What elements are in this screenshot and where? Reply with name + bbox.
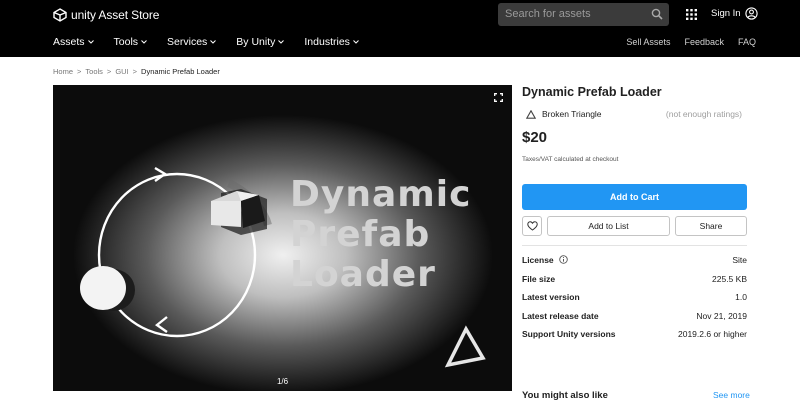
chevron-down-icon — [141, 40, 147, 44]
apps-grid-icon[interactable] — [686, 9, 697, 20]
favorite-button[interactable] — [522, 216, 542, 236]
spec-label: Support Unity versions — [522, 329, 616, 339]
add-to-cart-button[interactable]: Add to Cart — [522, 184, 747, 210]
divider — [522, 245, 747, 246]
search-input[interactable]: Search for assets — [498, 3, 669, 26]
breadcrumb-home[interactable]: Home — [53, 67, 73, 76]
secondary-nav: Sell Assets Feedback FAQ — [626, 37, 756, 47]
spec-value: 1.0 — [735, 292, 747, 302]
main-nav: Assets Tools Services By Unity Industrie… — [53, 36, 379, 48]
breadcrumb-separator: > — [132, 67, 138, 76]
publisher-logo-icon — [526, 109, 536, 119]
hero-title-line: Dynamic — [290, 174, 472, 215]
spec-row-unity-versions: Support Unity versions 2019.2.6 or highe… — [522, 329, 747, 348]
nav-industries-label: Industries — [304, 36, 350, 48]
add-to-list-button[interactable]: Add to List — [547, 216, 670, 236]
spec-row-file-size: File size 225.5 KB — [522, 274, 747, 293]
gallery-pager: 1/6 — [276, 377, 289, 386]
heart-icon — [526, 221, 538, 231]
spec-row-license: License Site — [522, 255, 747, 274]
product-image-gallery[interactable]: Dynamic Prefab Loader 1/6 — [53, 85, 512, 391]
faq-link[interactable]: FAQ — [738, 37, 756, 47]
hero-title: Dynamic Prefab Loader — [290, 175, 471, 295]
breadcrumb-current: Dynamic Prefab Loader — [141, 67, 220, 76]
sign-in-button[interactable]: Sign In — [711, 7, 758, 20]
spec-label: License — [522, 255, 568, 274]
breadcrumb-tools[interactable]: Tools — [85, 67, 103, 76]
spec-value: 2019.2.6 or higher — [678, 329, 747, 339]
product-specs: License Site File size 225.5 KB Latest v… — [522, 255, 747, 348]
top-bar: unity Asset Store Search for assets Sign… — [0, 0, 800, 57]
product-title: Dynamic Prefab Loader — [522, 85, 662, 99]
unity-logo[interactable]: unity Asset Store — [53, 7, 159, 23]
spec-row-release-date: Latest release date Nov 21, 2019 — [522, 311, 747, 330]
nav-tools[interactable]: Tools — [114, 36, 148, 48]
hero-title-line: Loader — [290, 254, 436, 295]
unity-cube-icon — [53, 8, 67, 22]
spec-label-text: License — [522, 255, 554, 265]
breadcrumb-separator: > — [106, 67, 112, 76]
ratings-status: (not enough ratings) — [665, 109, 742, 119]
nav-industries[interactable]: Industries — [304, 36, 359, 48]
fullscreen-icon[interactable] — [494, 93, 503, 102]
nav-services[interactable]: Services — [167, 36, 217, 48]
search-icon[interactable] — [651, 8, 663, 20]
nav-assets[interactable]: Assets — [53, 36, 94, 48]
nav-by-unity-label: By Unity — [236, 36, 276, 48]
spec-value: Site — [732, 255, 747, 265]
sell-assets-link[interactable]: Sell Assets — [626, 37, 670, 47]
nav-services-label: Services — [167, 36, 208, 48]
chevron-down-icon — [87, 40, 94, 44]
info-icon[interactable] — [558, 255, 568, 264]
chevron-down-icon — [353, 40, 359, 44]
breadcrumb-gui[interactable]: GUI — [115, 67, 128, 76]
nav-assets-label: Assets — [53, 36, 85, 48]
nav-by-unity[interactable]: By Unity — [236, 36, 285, 48]
spec-label: Latest release date — [522, 310, 599, 321]
share-button[interactable]: Share — [675, 216, 747, 236]
breadcrumb: Home > Tools > GUI > Dynamic Prefab Load… — [53, 67, 220, 76]
tax-note: Taxes/VAT calculated at checkout — [522, 156, 619, 163]
breadcrumb-separator: > — [77, 67, 82, 76]
chevron-down-icon — [278, 40, 285, 44]
logo-text: unity Asset Store — [71, 8, 160, 22]
nav-tools-label: Tools — [113, 36, 139, 48]
publisher-name: Broken Triangle — [542, 109, 602, 119]
sign-in-label: Sign In — [711, 8, 741, 19]
spec-label: File size — [522, 273, 556, 284]
search-placeholder: Search for assets — [505, 8, 591, 20]
chevron-down-icon — [210, 40, 217, 44]
publisher-link[interactable]: Broken Triangle — [526, 109, 602, 119]
spec-value: 225.5 KB — [712, 273, 747, 284]
spec-value: Nov 21, 2019 — [696, 310, 747, 321]
feedback-link[interactable]: Feedback — [684, 37, 724, 47]
see-more-link[interactable]: See more — [713, 390, 750, 400]
hero-title-line: Prefab — [290, 214, 431, 255]
spec-row-latest-version: Latest version 1.0 — [522, 292, 747, 311]
spec-label: Latest version — [522, 292, 580, 302]
related-heading: You might also like — [522, 390, 608, 401]
user-icon — [744, 7, 758, 20]
product-price: $20 — [522, 129, 548, 146]
